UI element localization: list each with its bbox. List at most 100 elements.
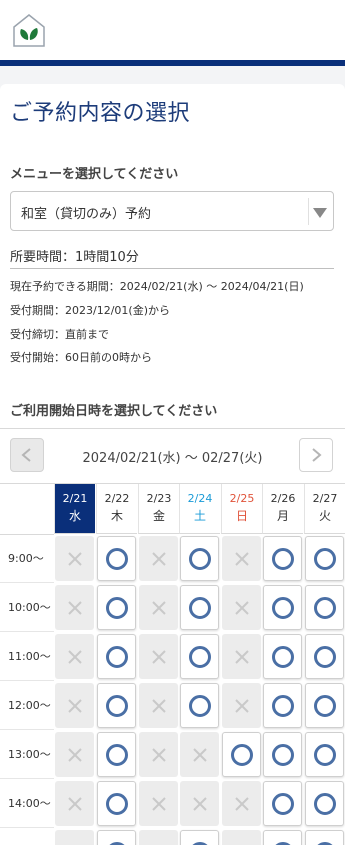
available-slot[interactable] (97, 781, 136, 826)
available-slot[interactable] (263, 732, 302, 777)
day-date: 2/25 (222, 492, 262, 505)
home-logo-icon[interactable] (11, 12, 47, 48)
unavailable-slot (180, 732, 219, 777)
deadline-text: 受付締切：直前まで (10, 326, 109, 342)
cross-unavailable-icon (234, 698, 250, 714)
available-slot[interactable] (97, 732, 136, 777)
available-slot[interactable] (305, 732, 344, 777)
unavailable-slot (55, 830, 94, 845)
circle-available-icon (271, 645, 295, 669)
available-slot[interactable] (97, 830, 136, 845)
accept-start-text: 受付開始：60日前の0時から (10, 349, 152, 365)
available-slot[interactable] (305, 781, 344, 826)
unavailable-slot (139, 830, 178, 845)
unavailable-slot (222, 830, 261, 845)
cross-unavailable-icon (67, 649, 83, 665)
cross-unavailable-icon (192, 747, 208, 763)
day-header: 2/27火 (304, 484, 345, 534)
unavailable-slot (222, 536, 261, 581)
available-slot[interactable] (180, 634, 219, 679)
cross-unavailable-icon (151, 551, 167, 567)
circle-available-icon (313, 547, 337, 571)
available-slot[interactable] (263, 634, 302, 679)
day-header: 2/26 月 (262, 484, 303, 534)
unavailable-slot (55, 683, 94, 728)
unavailable-slot (55, 781, 94, 826)
available-slot[interactable] (263, 536, 302, 581)
day-weekday: 月 (263, 507, 303, 524)
unavailable-slot (139, 585, 178, 630)
time-slot-label: 10:00～ (0, 583, 54, 632)
available-slot[interactable] (263, 830, 302, 845)
circle-available-icon (271, 547, 295, 571)
unavailable-slot (222, 683, 261, 728)
available-slot[interactable] (263, 585, 302, 630)
circle-available-icon (271, 792, 295, 816)
available-slot[interactable] (180, 536, 219, 581)
day-date: 2/24 (180, 492, 220, 505)
circle-available-icon (105, 694, 129, 718)
cross-unavailable-icon (67, 747, 83, 763)
available-slot[interactable] (305, 683, 344, 728)
unavailable-slot (55, 585, 94, 630)
day-weekday: 日 (222, 507, 262, 524)
accept-period-text: 受付期間：2023/12/01(金)から (10, 302, 170, 318)
menu-select[interactable]: 和室（貸切のみ）予約 (10, 191, 334, 231)
circle-available-icon (188, 645, 212, 669)
circle-available-icon (313, 596, 337, 620)
available-slot[interactable] (180, 830, 219, 845)
available-slot[interactable] (305, 536, 344, 581)
time-slot-label: 12:00～ (0, 681, 54, 730)
day-weekday: 水 (55, 507, 95, 524)
available-slot[interactable] (263, 683, 302, 728)
circle-available-icon (313, 792, 337, 816)
circle-available-icon (313, 743, 337, 767)
circle-available-icon (271, 841, 295, 845)
available-slot[interactable] (222, 732, 261, 777)
schedule-section-label: ご利用開始日時を選択してください (10, 400, 217, 419)
day-header: 2/25 日 (221, 484, 262, 534)
day-date: 2/22 (97, 492, 137, 505)
time-slot-label: 13:00～ (0, 730, 54, 779)
cross-unavailable-icon (67, 551, 83, 567)
available-slot[interactable] (305, 634, 344, 679)
unavailable-slot (222, 634, 261, 679)
cross-unavailable-icon (234, 600, 250, 616)
unavailable-slot (139, 536, 178, 581)
available-slot[interactable] (97, 585, 136, 630)
unavailable-slot (139, 732, 178, 777)
duration-text: 所要時間：1時間10分 (10, 246, 139, 265)
circle-available-icon (105, 645, 129, 669)
available-slot[interactable] (305, 830, 344, 845)
grid-corner (0, 484, 54, 535)
circle-available-icon (105, 596, 129, 620)
available-slot[interactable] (263, 781, 302, 826)
page-title: ご予約内容の選択 (10, 95, 190, 127)
circle-available-icon (188, 694, 212, 718)
header-accent-bar (0, 60, 345, 66)
day-date: 2/26 (263, 492, 303, 505)
available-slot[interactable] (97, 683, 136, 728)
day-weekday: 土 (180, 507, 220, 524)
time-slot-label: 14:00～ (0, 779, 54, 828)
available-slot[interactable] (305, 585, 344, 630)
time-slot-label: 9:00～ (0, 534, 54, 583)
cross-unavailable-icon (67, 698, 83, 714)
circle-available-icon (271, 694, 295, 718)
circle-available-icon (105, 743, 129, 767)
cross-unavailable-icon (234, 551, 250, 567)
cross-unavailable-icon (67, 600, 83, 616)
available-slot[interactable] (97, 634, 136, 679)
unavailable-slot (139, 781, 178, 826)
week-range-label: 2024/02/21(水) ～ 02/27(火) (0, 447, 345, 466)
available-slot[interactable] (97, 536, 136, 581)
cross-unavailable-icon (192, 796, 208, 812)
next-week-button[interactable] (299, 438, 333, 472)
day-header: 2/24 土 (179, 484, 220, 534)
unavailable-slot (139, 634, 178, 679)
select-divider (308, 198, 309, 225)
available-slot[interactable] (180, 585, 219, 630)
circle-available-icon (188, 841, 212, 845)
day-header: 2/23金 (138, 484, 179, 534)
available-slot[interactable] (180, 683, 219, 728)
